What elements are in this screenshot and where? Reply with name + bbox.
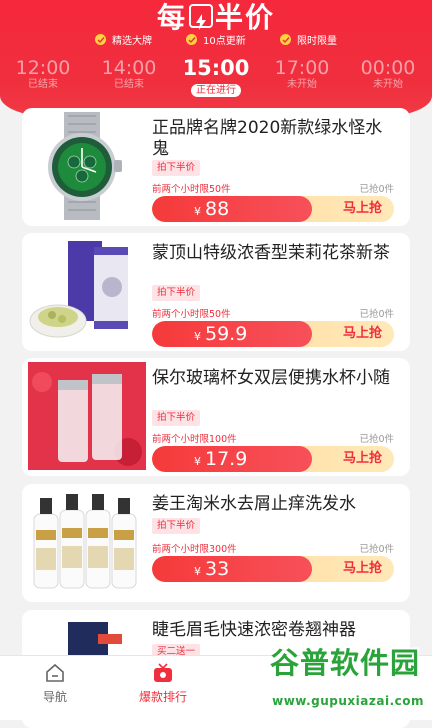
tab-label: 导航: [42, 690, 67, 704]
price: ¥33: [152, 556, 312, 582]
price: ¥59.9: [152, 321, 312, 347]
price: ¥88: [152, 196, 312, 222]
slot-time: 15:00: [182, 56, 250, 80]
lightning-icon: [189, 4, 213, 30]
watermark-url: www.gupuxiazai.com: [272, 694, 424, 708]
time-slot[interactable]: 17:00 未开始: [265, 58, 339, 91]
tv-icon: [154, 663, 172, 682]
sold-count: 已抢0件: [359, 184, 394, 195]
currency-symbol: ¥: [194, 330, 201, 343]
promo-tag: 拍下半价: [152, 518, 201, 534]
buy-now-button[interactable]: 马上抢: [343, 196, 382, 222]
slot-status: 已结束: [28, 79, 58, 90]
currency-symbol: ¥: [194, 205, 201, 218]
tab-navigation[interactable]: 导航: [0, 662, 110, 705]
price-value: 33: [205, 558, 230, 580]
quantity-limit: 前两个小时限50件: [152, 309, 231, 320]
slot-status: 未开始: [287, 79, 317, 90]
title-part-right: 半价: [215, 1, 276, 34]
price-value: 59.9: [205, 323, 248, 345]
product-name[interactable]: 蒙顶山特级浓香型茉莉花茶新茶: [152, 243, 396, 264]
slot-status: 正在进行: [191, 84, 241, 97]
buy-bar[interactable]: ¥59.9 马上抢: [152, 321, 394, 347]
time-slot[interactable]: 14:00 已结束: [92, 58, 166, 91]
product-image-cup: [28, 362, 146, 470]
price: ¥17.9: [152, 446, 312, 472]
slot-time: 12:00: [15, 57, 71, 79]
currency-symbol: ¥: [194, 565, 201, 578]
product-name[interactable]: 睫毛眉毛快速浓密卷翘神器: [152, 620, 396, 641]
quantity-limit: 前两个小时限50件: [152, 184, 231, 195]
feature-list: 精选大牌 10点更新 限时限量: [0, 32, 432, 48]
sold-count: 已抢0件: [359, 434, 394, 445]
product-card[interactable]: 保尔玻璃杯女双层便携水杯小随 拍下半价 前两个小时限100件 已抢0件 ¥17.…: [22, 358, 410, 476]
slot-time: 17:00: [274, 57, 330, 79]
product-card[interactable]: 蒙顶山特级浓香型茉莉花茶新茶 拍下半价 前两个小时限50件 已抢0件 ¥59.9…: [22, 233, 410, 351]
page-title: 每半价: [0, 0, 432, 36]
check-icon: [95, 34, 106, 45]
time-slot[interactable]: 12:00 已结束: [6, 58, 80, 91]
product-image-shampoo: [33, 494, 137, 589]
feature-label: 10点更新: [203, 36, 246, 47]
slot-time: 14:00: [101, 57, 157, 79]
price-value: 17.9: [205, 448, 248, 470]
promo-tag: 拍下半价: [152, 410, 201, 426]
buy-now-button[interactable]: 马上抢: [343, 446, 382, 472]
slot-time: 00:00: [360, 57, 416, 79]
header: 每半价 精选大牌 10点更新 限时限量 12:00 已结束 14:00 已结束 …: [0, 0, 432, 118]
price-value: 88: [205, 198, 230, 220]
buy-bar[interactable]: ¥33 马上抢: [152, 556, 394, 582]
watermark-text: 谷普软件园: [269, 646, 420, 680]
check-icon: [186, 34, 197, 45]
product-name[interactable]: 正品牌名牌2020新款绿水怪水鬼: [152, 118, 396, 160]
buy-bar[interactable]: ¥88 马上抢: [152, 196, 394, 222]
product-image-tea: [29, 241, 128, 338]
watermark: 谷普软件园 www.gupuxiazai.com: [230, 640, 430, 720]
product-name[interactable]: 姜王淘米水去屑止痒洗发水: [152, 494, 396, 515]
buy-now-button[interactable]: 马上抢: [343, 556, 382, 582]
time-slot[interactable]: 00:00 未开始: [351, 58, 425, 91]
buy-now-button[interactable]: 马上抢: [343, 321, 382, 347]
sold-count: 已抢0件: [359, 309, 394, 320]
check-icon: [280, 34, 291, 45]
tab-hot-ranking[interactable]: 爆款排行: [108, 662, 218, 705]
feature-item: 精选大牌: [95, 32, 152, 47]
product-name[interactable]: 保尔玻璃杯女双层便携水杯小随: [152, 368, 396, 389]
time-slot-active[interactable]: 15:00 正在进行: [179, 58, 253, 97]
title-part-left: 每: [156, 1, 187, 34]
home-icon: [46, 663, 64, 682]
feature-label: 限时限量: [297, 36, 337, 47]
product-image-watch: [48, 112, 122, 220]
product-card[interactable]: 姜王淘米水去屑止痒洗发水 拍下半价 前两个小时限300件 已抢0件 ¥33 马上…: [22, 484, 410, 602]
slot-status: 未开始: [373, 79, 403, 90]
feature-item: 10点更新: [186, 32, 246, 47]
promo-tag: 拍下半价: [152, 285, 201, 301]
quantity-limit: 前两个小时限300件: [152, 544, 237, 555]
tab-label: 爆款排行: [138, 690, 187, 704]
feature-label: 精选大牌: [112, 36, 152, 47]
buy-bar[interactable]: ¥17.9 马上抢: [152, 446, 394, 472]
feature-item: 限时限量: [280, 32, 337, 47]
currency-symbol: ¥: [194, 455, 201, 468]
promo-tag: 拍下半价: [152, 160, 201, 176]
time-slot-bar: 12:00 已结束 14:00 已结束 15:00 正在进行 17:00 未开始…: [0, 58, 432, 97]
slot-status: 已结束: [114, 79, 144, 90]
quantity-limit: 前两个小时限100件: [152, 434, 237, 445]
sold-count: 已抢0件: [359, 544, 394, 555]
product-card[interactable]: 正品牌名牌2020新款绿水怪水鬼 拍下半价 前两个小时限50件 已抢0件 ¥88…: [22, 108, 410, 226]
